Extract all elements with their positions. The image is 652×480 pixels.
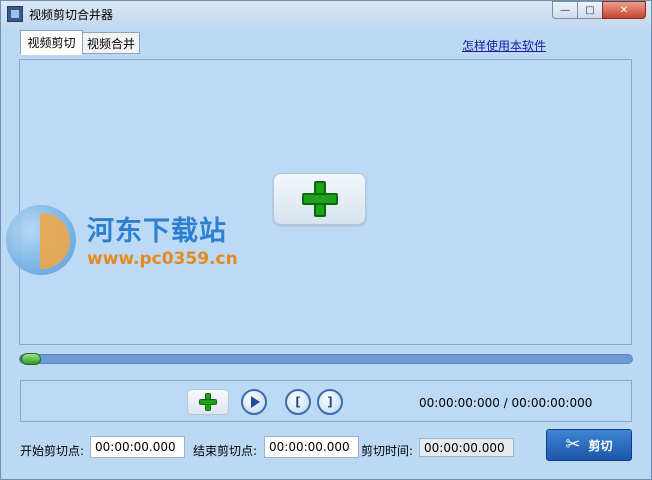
minimize-icon: — (560, 4, 570, 16)
mark-end-button[interactable]: ] (317, 389, 343, 415)
close-button[interactable]: ✕ (602, 1, 646, 19)
window-controls: — □ ✕ (552, 1, 646, 19)
film-icon (7, 6, 23, 22)
bracket-open-icon: [ (295, 395, 301, 409)
cut-button[interactable]: ✂ 剪切 (546, 429, 632, 461)
tab-video-cut[interactable]: 视频剪切 (20, 30, 83, 55)
app-window: 视频剪切合并器 — □ ✕ 视频剪切 视频合并 怎样使用本软件 河东下载站 ww… (0, 0, 652, 480)
start-point-input[interactable] (90, 436, 185, 458)
video-preview-area[interactable] (19, 59, 632, 345)
scissors-icon: ✂ (565, 434, 581, 455)
duration-field (419, 438, 514, 457)
window-title: 视频剪切合并器 (29, 8, 114, 22)
end-point-input[interactable] (264, 436, 359, 458)
timeline-slider[interactable] (19, 353, 633, 365)
playback-controls: [ ] 00:00:00:000 / 00:00:00:000 (20, 380, 632, 422)
watermark-logo (6, 205, 76, 275)
cut-button-label: 剪切 (588, 438, 613, 453)
maximize-button[interactable]: □ (577, 1, 603, 19)
mark-start-button[interactable]: [ (285, 389, 311, 415)
time-display: 00:00:00:000 / 00:00:00:000 (419, 396, 593, 410)
plus-icon (301, 181, 338, 217)
close-icon: ✕ (619, 4, 629, 16)
add-video-button[interactable] (273, 173, 366, 225)
end-point-label: 结束剪切点: (193, 444, 258, 458)
play-button[interactable] (241, 389, 267, 415)
watermark-url: www.pc0359.cn (87, 249, 238, 269)
minimize-button[interactable]: — (552, 1, 578, 19)
timeline-handle[interactable] (21, 353, 41, 365)
start-point-label: 开始剪切点: (20, 444, 85, 458)
title-bar: 视频剪切合并器 — □ ✕ (1, 1, 651, 27)
maximize-icon: □ (585, 4, 595, 16)
play-icon (251, 396, 260, 408)
bracket-close-icon: ] (327, 395, 333, 409)
duration-label: 剪切时间: (361, 444, 414, 458)
plus-icon (199, 393, 217, 411)
help-link[interactable]: 怎样使用本软件 (462, 37, 546, 54)
tab-video-merge[interactable]: 视频合并 (82, 32, 140, 54)
add-file-button[interactable] (187, 389, 229, 415)
watermark-name: 河东下载站 (87, 216, 227, 247)
